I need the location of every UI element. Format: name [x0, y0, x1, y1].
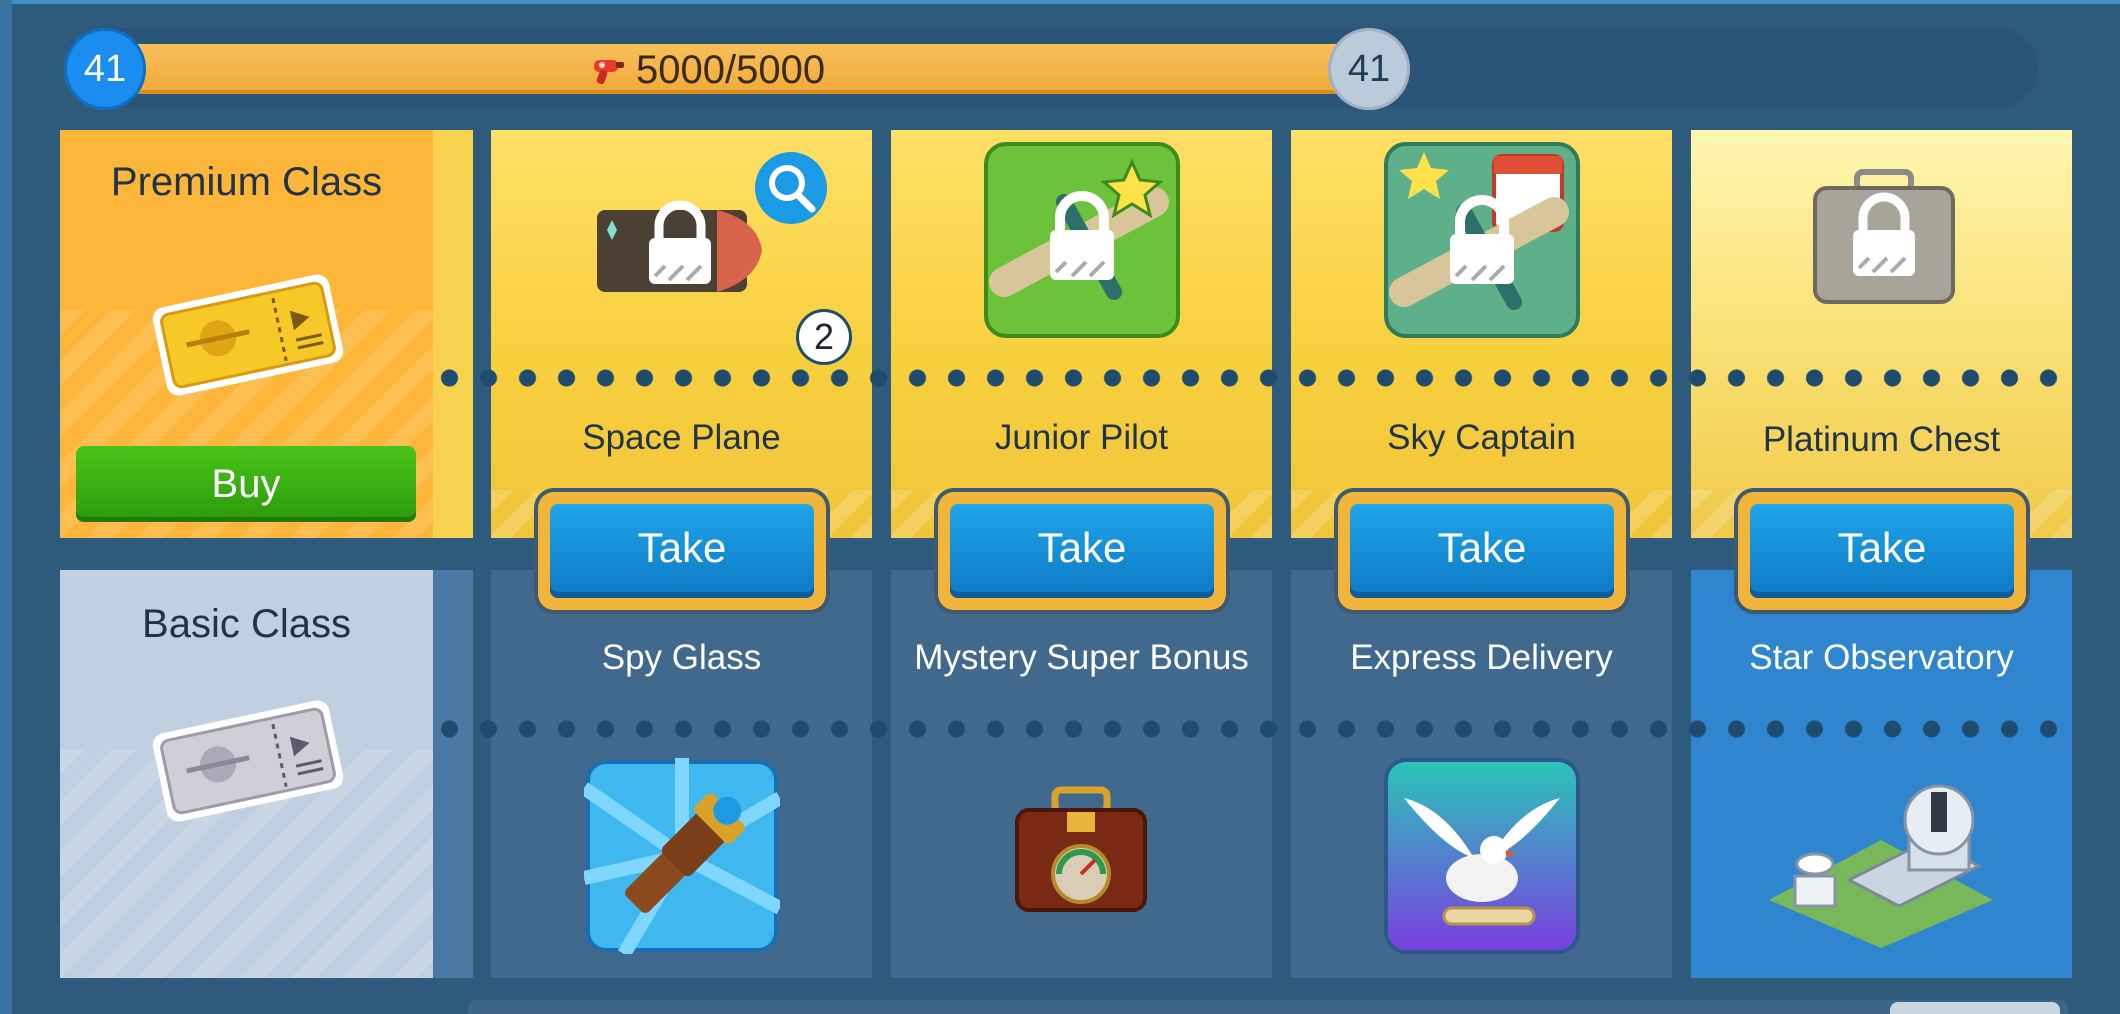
premium-track-dots — [430, 369, 2074, 387]
top-border — [0, 0, 2120, 4]
take-button-label: Take — [550, 504, 814, 598]
dove-icon — [1384, 758, 1580, 954]
mystery-chest-icon — [1015, 786, 1147, 912]
take-button-label: Take — [1750, 504, 2014, 598]
gold-ticket-icon — [152, 274, 344, 396]
scroll-thumb[interactable] — [1890, 1002, 2060, 1014]
observatory-icon — [1769, 784, 1993, 948]
bottom-scroll-track — [468, 1000, 2068, 1014]
take-button[interactable]: Take — [538, 492, 826, 610]
take-button[interactable]: Take — [1738, 492, 2026, 610]
locked-platinum-chest-icon — [1813, 169, 1955, 304]
current-level-badge: 41 — [64, 28, 146, 110]
locked-junior-pilot-icon — [984, 142, 1180, 338]
basic-panel-edge — [433, 570, 473, 978]
basic-reward-card — [891, 570, 1272, 978]
premium-reward-name: Space Plane — [582, 418, 781, 457]
premium-panel-edge — [433, 130, 473, 538]
spyglass-icon — [584, 758, 780, 954]
take-button-label: Take — [1350, 504, 1614, 598]
progress-value: 5000/5000 — [636, 48, 826, 92]
next-level-badge: 41 — [1328, 28, 1410, 110]
left-border — [0, 0, 12, 1014]
locked-sky-captain-icon — [1384, 142, 1580, 338]
basic-class-panel: Basic Class — [60, 570, 433, 978]
take-button[interactable]: Take — [938, 492, 1226, 610]
buy-button[interactable]: Buy — [76, 446, 416, 522]
basic-reward-name: Mystery Super Bonus — [914, 638, 1249, 677]
ray-gun-icon — [594, 60, 624, 85]
premium-reward-name: Sky Captain — [1387, 418, 1576, 457]
basic-class-title: Basic Class — [142, 602, 351, 646]
premium-reward-name: Junior Pilot — [994, 418, 1169, 457]
search-icon[interactable] — [753, 150, 829, 226]
basic-reward-name: Star Observatory — [1749, 638, 2014, 677]
take-button[interactable]: Take — [1338, 492, 1626, 610]
premium-class-title: Premium Class — [110, 160, 383, 204]
premium-class-panel: Premium Class Buy — [60, 130, 433, 538]
take-button-label: Take — [950, 504, 1214, 598]
reward-count-badge: 2 — [799, 312, 849, 362]
silver-ticket-icon — [152, 700, 344, 822]
basic-reward-name: Spy Glass — [601, 638, 762, 677]
premium-reward-name: Platinum Chest — [1762, 420, 2001, 459]
basic-reward-name: Express Delivery — [1350, 638, 1613, 677]
basic-track-dots — [430, 720, 2074, 738]
